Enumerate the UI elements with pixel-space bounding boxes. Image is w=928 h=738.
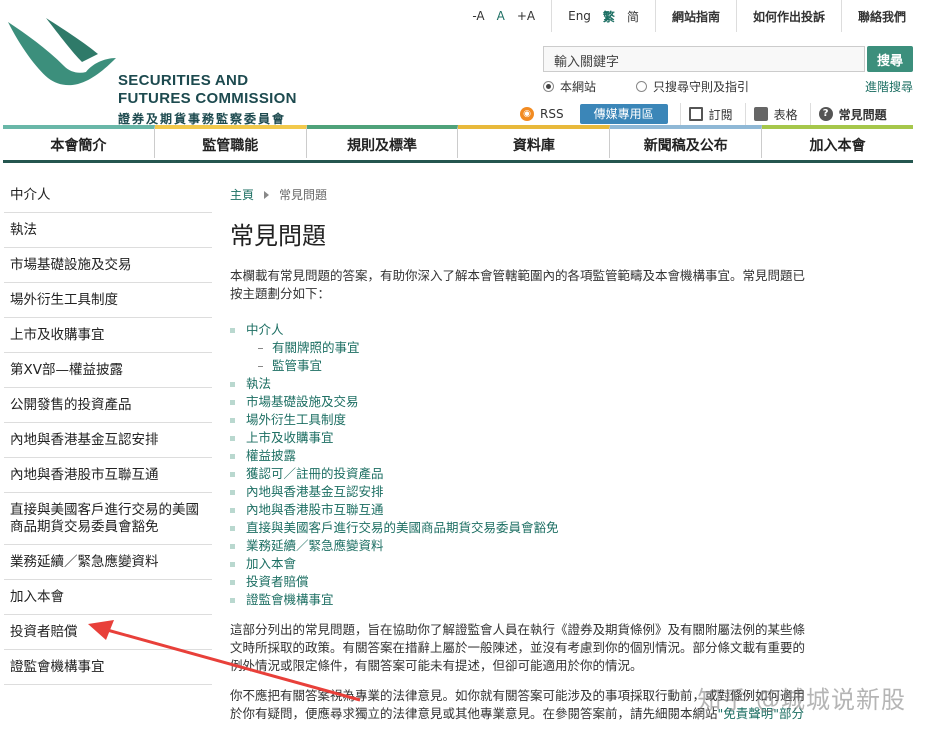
font-increase-link[interactable]: +A [517,9,535,23]
forms-label: 表格 [773,107,798,122]
sidebar-item-investor-compensation[interactable]: 投資者賠償 [4,615,212,650]
scope-site-radio[interactable] [543,81,554,92]
logo-line-2: FUTURES COMMISSION [118,90,297,107]
sidebar-item-cftc-exemption[interactable]: 直接與美國客戶進行交易的美國商品期貨交易委員會豁免 [4,493,212,545]
site-map-link[interactable]: 網站指南 [672,8,720,25]
search-input[interactable]: 輸入關鍵字 [543,46,865,72]
topic-link[interactable]: 加入本會 [230,555,820,573]
topic-link[interactable]: 獲認可／註冊的投資產品 [230,465,820,483]
subscribe-label: 訂閱 [708,107,733,122]
sidebar-item-public-offer-products[interactable]: 公開發售的投資產品 [4,388,212,423]
contact-group: 聯絡我們 [842,0,912,32]
topic-link[interactable]: 業務延續／緊急應變資料 [230,537,820,555]
topic-link[interactable]: 權益披露 [230,447,820,465]
subscribe-icon [688,107,703,121]
sidebar-item-business-continuity[interactable]: 業務延續／緊急應變資料 [4,545,212,580]
question-icon: ? [818,107,833,121]
nav-rules[interactable]: 規則及標準 [306,125,459,158]
advanced-search-link[interactable]: 進階搜尋 [865,78,913,95]
eagle-logo-icon [8,18,116,86]
logo-english-name: SECURITIES AND FUTURES COMMISSION [118,72,297,108]
sidebar-item-listings[interactable]: 上市及收購事宜 [4,318,212,353]
nav-news[interactable]: 新聞稿及公布 [610,125,763,158]
scope-guides-label: 只搜尋守則及指引 [653,80,750,94]
subtopic-link[interactable]: 監管事宜 [230,357,820,375]
font-size-controls: -A A +A [456,0,553,32]
search-scope: 本網站 只搜尋守則及指引 進階搜尋 [543,78,913,95]
sidebar-item-otc-derivatives[interactable]: 場外衍生工具制度 [4,283,212,318]
page-title: 常見問題 [230,222,326,250]
main-content: 主頁 常見問題 常見問題 本欄載有常見問題的答案，有助你深入了解本會管轄範圍內的各… [230,186,820,723]
forms-link[interactable]: 表格 [744,103,798,125]
nav-regulatory[interactable]: 監管職能 [154,125,307,158]
language-switch: Eng 繁 简 [552,0,656,32]
intro-text: 本欄載有常見問題的答案，有助你深入了解本會管轄範圍內的各項監管範疇及本會機構事宜… [230,268,806,301]
breadcrumb-current: 常見問題 [279,188,328,202]
font-decrease-link[interactable]: -A [472,9,484,23]
scope-site-label: 本網站 [560,80,597,94]
topic-link[interactable]: 內地與香港股市互聯互通 [230,501,820,519]
sidebar-item-market-infrastructure[interactable]: 市場基礎設施及交易 [4,248,212,283]
topic-link[interactable]: 證監會機構事宜 [230,591,820,609]
nav-database[interactable]: 資料庫 [458,125,611,158]
search-button[interactable]: 搜尋 [867,46,913,72]
media-area-button[interactable]: 傳媒專用區 [579,104,668,124]
site-map-group: 網站指南 [656,0,737,32]
rss-icon[interactable]: ◉ [520,107,534,121]
topic-link[interactable]: 直接與美國客戶進行交易的美國商品期貨交易委員會豁免 [230,519,820,537]
lang-traditional-link[interactable]: 繁 [603,8,615,25]
sidebar-item-enforcement[interactable]: 執法 [4,213,212,248]
breadcrumb-home[interactable]: 主頁 [230,188,254,202]
complaint-group: 如何作出投訴 [737,0,842,32]
sidebar-item-stock-connect[interactable]: 內地與香港股市互聯互通 [4,458,212,493]
top-links-bar: -A A +A Eng 繁 简 網站指南 如何作出投訴 聯絡我們 [456,0,912,32]
sidebar-item-part-xv[interactable]: 第XV部—權益披露 [4,353,212,388]
lang-english-link[interactable]: Eng [568,9,591,23]
breadcrumb-arrow-icon [264,191,270,199]
topic-link[interactable]: 場外衍生工具制度 [230,411,820,429]
topic-link[interactable]: 上市及收購事宜 [230,429,820,447]
faq-topic-list: 中介人 有關牌照的事宜 監管事宜 執法 市場基礎設施及交易 場外衍生工具制度 上… [230,321,820,609]
rss-link[interactable]: RSS [540,107,564,121]
faq-label: 常見問題 [838,107,887,122]
font-normal-link[interactable]: A [497,9,505,23]
forms-icon [753,107,768,121]
sidebar-item-join-us[interactable]: 加入本會 [4,580,212,615]
topic-link[interactable]: 執法 [230,375,820,393]
scope-guides-radio[interactable] [636,81,648,92]
watermark: 知乎 @城城说新股 [697,686,906,714]
lang-simplified-link[interactable]: 简 [627,8,639,25]
topic-link[interactable]: 投資者賠償 [230,573,820,591]
sidebar-item-fund-recognition[interactable]: 內地與香港基金互認安排 [4,423,212,458]
main-nav: 本會簡介 監管職能 規則及標準 資料庫 新聞稿及公布 加入本會 [3,125,913,163]
tools-bar: ◉ RSS 傳媒專用區 訂閱 表格 ? 常見問題 [520,102,913,126]
nav-about[interactable]: 本會簡介 [3,125,155,158]
disclaimer-paragraph-1: 這部分列出的常見問題，旨在協助你了解證監會人員在執行《證券及期貨條例》及有關附屬… [230,622,806,673]
topic-link[interactable]: 中介人 [230,321,820,339]
sidebar-item-corporate-matters[interactable]: 證監會機構事宜 [4,650,212,685]
subscribe-link[interactable]: 訂閱 [679,103,733,125]
faq-link[interactable]: ? 常見問題 [809,103,887,125]
sidebar: 中介人 執法 市場基礎設施及交易 場外衍生工具制度 上市及收購事宜 第XV部—權… [4,178,212,685]
complaint-link[interactable]: 如何作出投訴 [753,8,825,25]
subtopic-link[interactable]: 有關牌照的事宜 [230,339,820,357]
topic-link[interactable]: 市場基礎設施及交易 [230,393,820,411]
breadcrumb: 主頁 常見問題 [230,186,820,203]
sidebar-item-intermediaries[interactable]: 中介人 [4,178,212,213]
nav-join[interactable]: 加入本會 [762,125,913,158]
sfc-logo[interactable]: SECURITIES AND FUTURES COMMISSION 證券及期貨事… [6,14,306,126]
logo-line-1: SECURITIES AND [118,72,249,89]
topic-link[interactable]: 內地與香港基金互認安排 [230,483,820,501]
contact-us-link[interactable]: 聯絡我們 [858,8,906,25]
